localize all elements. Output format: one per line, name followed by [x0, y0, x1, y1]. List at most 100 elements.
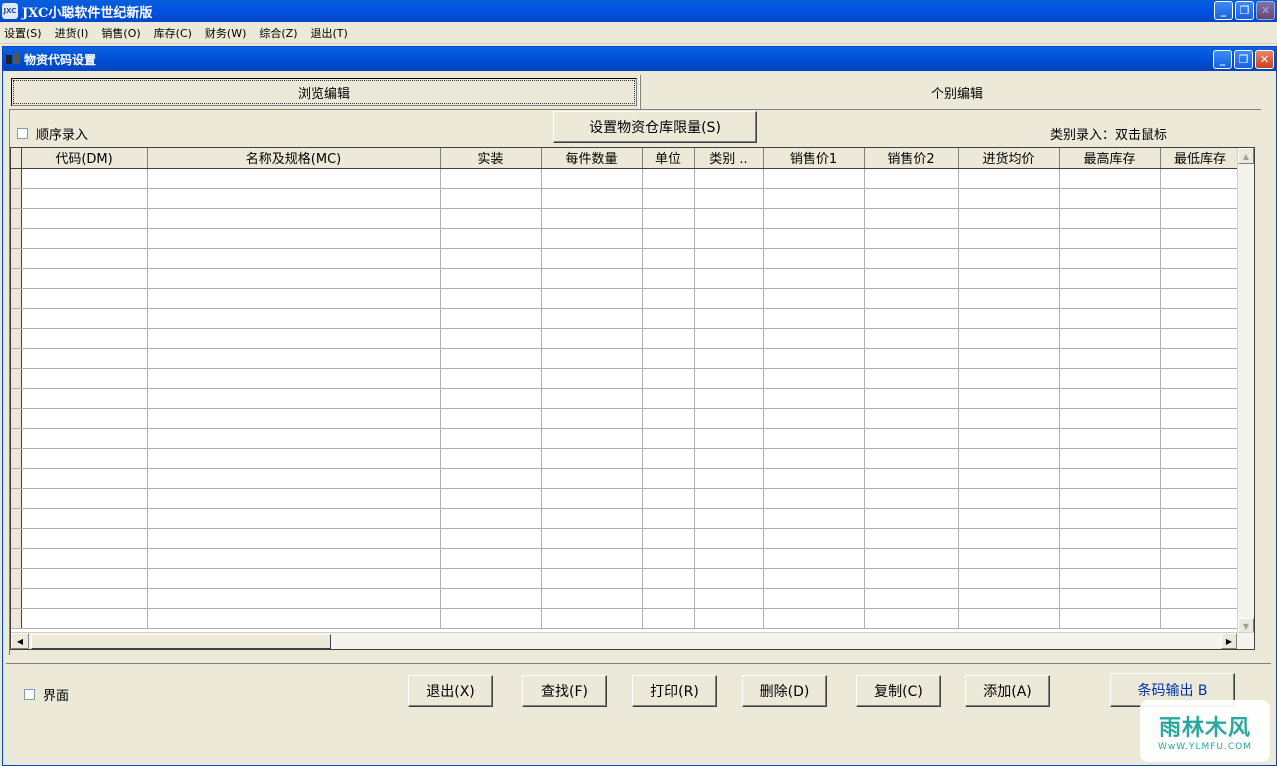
- table-cell[interactable]: [642, 208, 695, 229]
- table-cell[interactable]: [1059, 188, 1161, 209]
- table-cell[interactable]: [440, 408, 542, 429]
- table-cell[interactable]: [541, 568, 643, 589]
- table-cell[interactable]: [864, 348, 959, 369]
- table-cell[interactable]: [147, 448, 441, 469]
- table-cell[interactable]: [440, 588, 542, 609]
- row-selector[interactable]: [11, 468, 22, 489]
- table-cell[interactable]: [21, 588, 148, 609]
- table-cell[interactable]: [1059, 348, 1161, 369]
- table-cell[interactable]: [958, 448, 1060, 469]
- checkbox-box[interactable]: [24, 689, 35, 700]
- table-cell[interactable]: [1160, 568, 1241, 589]
- table-cell[interactable]: [642, 368, 695, 389]
- table-cell[interactable]: [1059, 288, 1161, 309]
- table-cell[interactable]: [1059, 368, 1161, 389]
- table-cell[interactable]: [541, 268, 643, 289]
- table-cell[interactable]: [21, 268, 148, 289]
- menu-general[interactable]: 综合(Z): [259, 25, 297, 41]
- row-selector[interactable]: [11, 588, 22, 609]
- table-cell[interactable]: [440, 228, 542, 249]
- table-cell[interactable]: [440, 268, 542, 289]
- row-selector[interactable]: [11, 388, 22, 409]
- sequential-entry-checkbox[interactable]: 顺序录入: [17, 124, 88, 143]
- table-cell[interactable]: [864, 308, 959, 329]
- table-cell[interactable]: [1059, 588, 1161, 609]
- table-cell[interactable]: [440, 428, 542, 449]
- table-cell[interactable]: [541, 228, 643, 249]
- column-header-unit[interactable]: 单位: [642, 148, 695, 169]
- row-selector[interactable]: [11, 308, 22, 329]
- table-cell[interactable]: [541, 248, 643, 269]
- table-cell[interactable]: [642, 468, 695, 489]
- menu-finance[interactable]: 财务(W): [205, 25, 246, 41]
- table-cell[interactable]: [958, 548, 1060, 569]
- exit-button[interactable]: 退出(X): [408, 675, 493, 707]
- table-cell[interactable]: [864, 508, 959, 529]
- child-close-button[interactable]: ✕: [1255, 50, 1274, 69]
- table-cell[interactable]: [21, 568, 148, 589]
- table-row[interactable]: [11, 248, 1241, 269]
- table-cell[interactable]: [147, 548, 441, 569]
- table-row[interactable]: [11, 488, 1241, 509]
- table-cell[interactable]: [1059, 608, 1161, 629]
- table-cell[interactable]: [958, 288, 1060, 309]
- table-cell[interactable]: [694, 528, 764, 549]
- table-cell[interactable]: [21, 328, 148, 349]
- table-cell[interactable]: [864, 468, 959, 489]
- table-cell[interactable]: [541, 488, 643, 509]
- table-row[interactable]: [11, 328, 1241, 349]
- table-cell[interactable]: [147, 428, 441, 449]
- table-cell[interactable]: [541, 588, 643, 609]
- table-cell[interactable]: [21, 388, 148, 409]
- table-cell[interactable]: [21, 528, 148, 549]
- horizontal-scrollbar[interactable]: ◀ ▶: [11, 632, 1254, 649]
- table-cell[interactable]: [1059, 508, 1161, 529]
- table-cell[interactable]: [147, 268, 441, 289]
- child-restore-button[interactable]: ❐: [1234, 50, 1253, 69]
- table-cell[interactable]: [694, 488, 764, 509]
- table-cell[interactable]: [694, 508, 764, 529]
- table-cell[interactable]: [1160, 348, 1241, 369]
- table-cell[interactable]: [147, 368, 441, 389]
- column-header-max-stock[interactable]: 最高库存: [1059, 148, 1161, 169]
- table-row[interactable]: [11, 208, 1241, 229]
- row-selector[interactable]: [11, 188, 22, 209]
- table-cell[interactable]: [440, 568, 542, 589]
- table-cell[interactable]: [21, 468, 148, 489]
- table-cell[interactable]: [541, 408, 643, 429]
- table-cell[interactable]: [147, 188, 441, 209]
- table-cell[interactable]: [642, 288, 695, 309]
- table-row[interactable]: [11, 468, 1241, 489]
- table-cell[interactable]: [1059, 248, 1161, 269]
- table-cell[interactable]: [864, 428, 959, 449]
- table-cell[interactable]: [864, 188, 959, 209]
- table-cell[interactable]: [642, 348, 695, 369]
- column-header-qty-per-piece[interactable]: 每件数量: [541, 148, 643, 169]
- table-cell[interactable]: [541, 168, 643, 189]
- table-cell[interactable]: [21, 168, 148, 189]
- table-cell[interactable]: [864, 448, 959, 469]
- table-cell[interactable]: [541, 548, 643, 569]
- table-cell[interactable]: [147, 388, 441, 409]
- table-cell[interactable]: [21, 208, 148, 229]
- table-cell[interactable]: [642, 508, 695, 529]
- table-cell[interactable]: [864, 368, 959, 389]
- table-cell[interactable]: [1059, 268, 1161, 289]
- table-cell[interactable]: [763, 428, 865, 449]
- table-cell[interactable]: [958, 528, 1060, 549]
- table-cell[interactable]: [440, 288, 542, 309]
- row-selector[interactable]: [11, 368, 22, 389]
- table-cell[interactable]: [958, 248, 1060, 269]
- scroll-up-button[interactable]: ▲: [1238, 148, 1254, 164]
- table-cell[interactable]: [642, 268, 695, 289]
- table-cell[interactable]: [958, 508, 1060, 529]
- table-cell[interactable]: [864, 248, 959, 269]
- table-cell[interactable]: [642, 248, 695, 269]
- tab-browse-edit[interactable]: 浏览编辑: [11, 78, 637, 106]
- table-cell[interactable]: [147, 328, 441, 349]
- table-cell[interactable]: [864, 488, 959, 509]
- table-cell[interactable]: [1160, 548, 1241, 569]
- row-selector[interactable]: [11, 168, 22, 189]
- column-header-category[interactable]: 类别 ..: [694, 148, 764, 169]
- table-row[interactable]: [11, 448, 1241, 469]
